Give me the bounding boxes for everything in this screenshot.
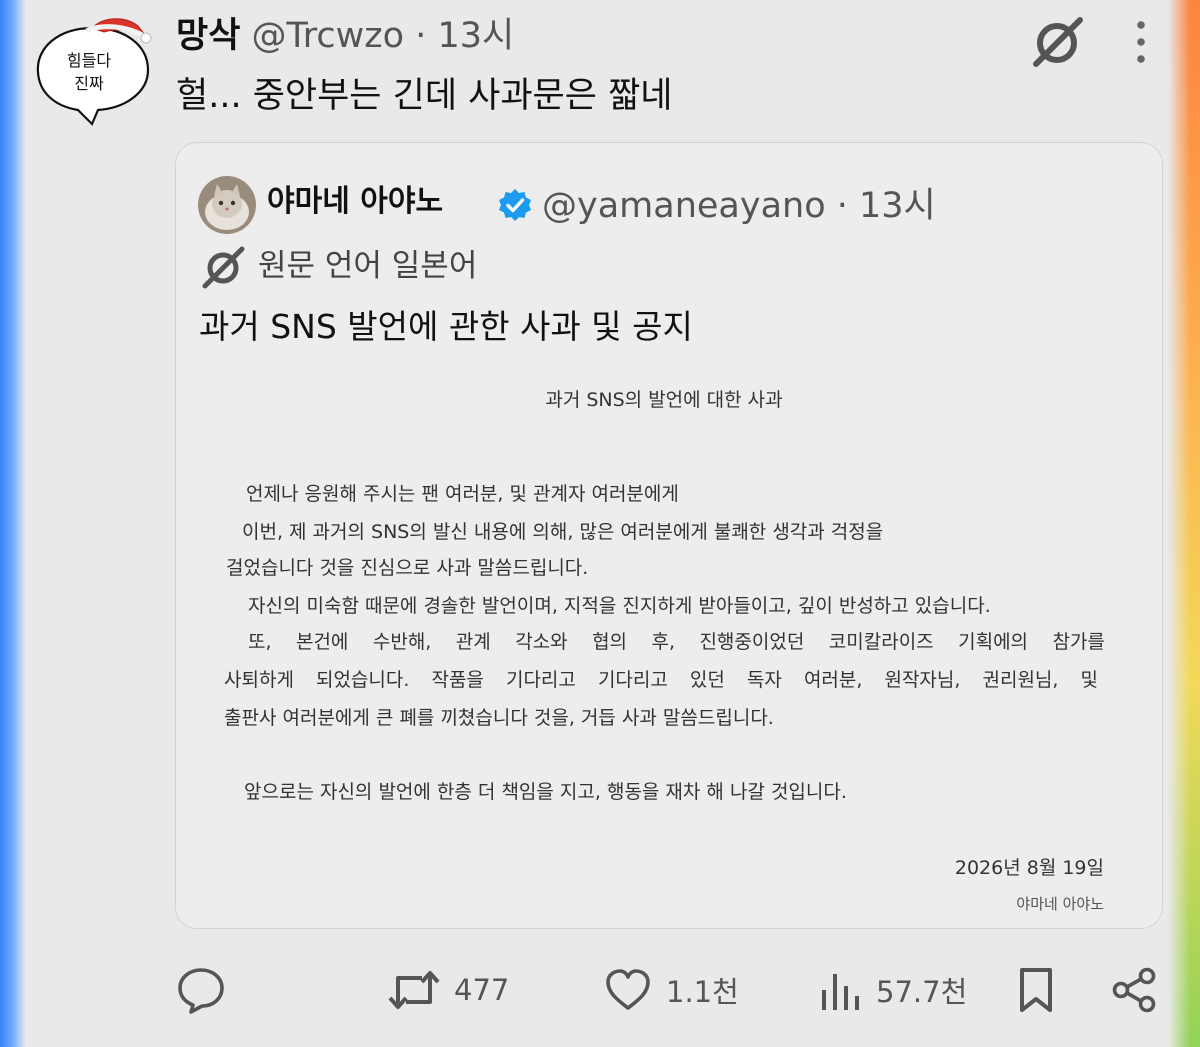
- retweet-button[interactable]: 477: [388, 964, 509, 1016]
- quoted-author-handle: @yamaneayano · 13시: [542, 186, 936, 226]
- document-line: 걸었습니다 것을 진심으로 사과 말씀드립니다.: [226, 557, 589, 579]
- document-line: 언제나 응원해 주시는 팬 여러분, 및 관계자 여러분에게: [246, 483, 679, 505]
- views-button[interactable]: 57.7천: [820, 964, 967, 1016]
- document-date: 2026년 8월 19일: [954, 857, 1104, 879]
- reply-icon: [178, 968, 224, 1014]
- tweet-text: 헐... 중안부는 긴데 사과문은 짧네: [176, 76, 673, 116]
- document-word: 권리원님,: [982, 669, 1059, 691]
- retweet-count: 477: [454, 973, 510, 1007]
- avatar-text-2: 진짜: [74, 74, 104, 93]
- views-count: 57.7천: [876, 975, 968, 1009]
- bookmark-button[interactable]: [1016, 964, 1056, 1016]
- document-word: 작품을: [431, 669, 484, 691]
- document-word: 후,: [651, 631, 676, 653]
- document-line: 또, 본건에 수반해, 관계 각소와 협의 후, 진행중이었던 코미칼라이즈 기획에의 참가를: [248, 628, 1105, 656]
- document-word: 원작자님,: [884, 669, 961, 691]
- document-word: 기다리고: [505, 669, 576, 691]
- views-chart-icon: [822, 974, 859, 1010]
- document-word: 각소와: [515, 631, 568, 653]
- quoted-time: 13시: [859, 186, 936, 226]
- share-icon: [1112, 967, 1156, 1013]
- share-button[interactable]: [1112, 964, 1158, 1016]
- document-line: 출판사 여러분에게 큰 폐를 끼쳤습니다 것을, 거듭 사과 말씀드립니다.: [224, 707, 774, 729]
- document-word: 진행중이었던: [699, 631, 805, 653]
- document-word: 또,: [248, 631, 272, 653]
- verified-badge-icon: [499, 189, 531, 221]
- document-line: 자신의 미숙함 때문에 경솔한 발언이며, 지적을 진지하게 받아들이고, 깊이…: [248, 595, 991, 617]
- quoted-author-avatar[interactable]: [198, 176, 256, 234]
- like-count: 1.1천: [666, 975, 739, 1009]
- author-name[interactable]: 망삭: [176, 16, 240, 56]
- apology-document-image[interactable]: 과거 SNS의 발언에 대한 사과 언제나 응원해 주시는 팬 여러분, 및 관…: [222, 380, 1106, 915]
- tweet-time: 13시: [437, 16, 515, 56]
- document-signature: 야마네 아야노: [1016, 895, 1104, 913]
- right-edge-glow: [1168, 0, 1200, 1047]
- left-edge-glow: [0, 0, 26, 1047]
- bookmark-icon: [1020, 968, 1052, 1012]
- quoted-author-name[interactable]: 야마네 아야노: [267, 182, 443, 222]
- more-vertical-icon[interactable]: [1130, 20, 1152, 64]
- document-word: 관계: [455, 631, 491, 653]
- document-line: 사퇴하게 되었습니다. 작품을 기다리고 기다리고 있던 독자 여러분, 원작자님, 권리원님, 및: [224, 666, 1098, 694]
- document-word: 있던: [689, 669, 725, 691]
- document-line: 앞으로는 자신의 발언에 한층 더 책임을 지고, 행동을 재차 해 나갈 것입…: [244, 781, 847, 803]
- grok-translate-icon[interactable]: [1030, 16, 1086, 68]
- document-word: 참가를: [1052, 631, 1105, 653]
- retweet-icon: [388, 971, 440, 1009]
- original-language-note[interactable]: 원문 언어 일본어: [258, 244, 477, 288]
- quoted-tweet-title: 과거 SNS 발언에 관한 사과 및 공지: [199, 307, 693, 346]
- document-word: 기다리고: [597, 669, 668, 691]
- document-word: 협의: [592, 631, 628, 653]
- heart-icon: [606, 969, 650, 1010]
- document-word: 되었습니다.: [315, 669, 410, 691]
- author-avatar[interactable]: 힘들다 진짜: [34, 14, 152, 128]
- like-button[interactable]: 1.1천: [604, 964, 739, 1016]
- document-line: 이번, 제 과거의 SNS의 발신 내용에 의해, 많은 여러분에게 불쾌한 생…: [242, 521, 884, 543]
- document-heading: 과거 SNS의 발언에 대한 사과: [545, 389, 783, 411]
- reply-button[interactable]: [176, 964, 226, 1016]
- avatar-text-1: 힘들다: [67, 51, 111, 70]
- document-word: 및: [1080, 669, 1098, 691]
- author-handle: @Trcwzo · 13시: [251, 16, 515, 56]
- tweet-author[interactable]: 망삭 @Trcwzo · 13시: [176, 14, 514, 58]
- document-word: 코미칼라이즈: [828, 631, 934, 653]
- document-word: 여러분,: [803, 669, 863, 691]
- document-word: 본건에: [295, 631, 349, 653]
- grok-translate-icon: [202, 246, 245, 289]
- document-word: 기획에의: [958, 631, 1029, 653]
- document-word: 수반해,: [372, 631, 432, 653]
- document-word: 독자: [746, 669, 782, 691]
- document-word: 사퇴하게: [224, 669, 294, 691]
